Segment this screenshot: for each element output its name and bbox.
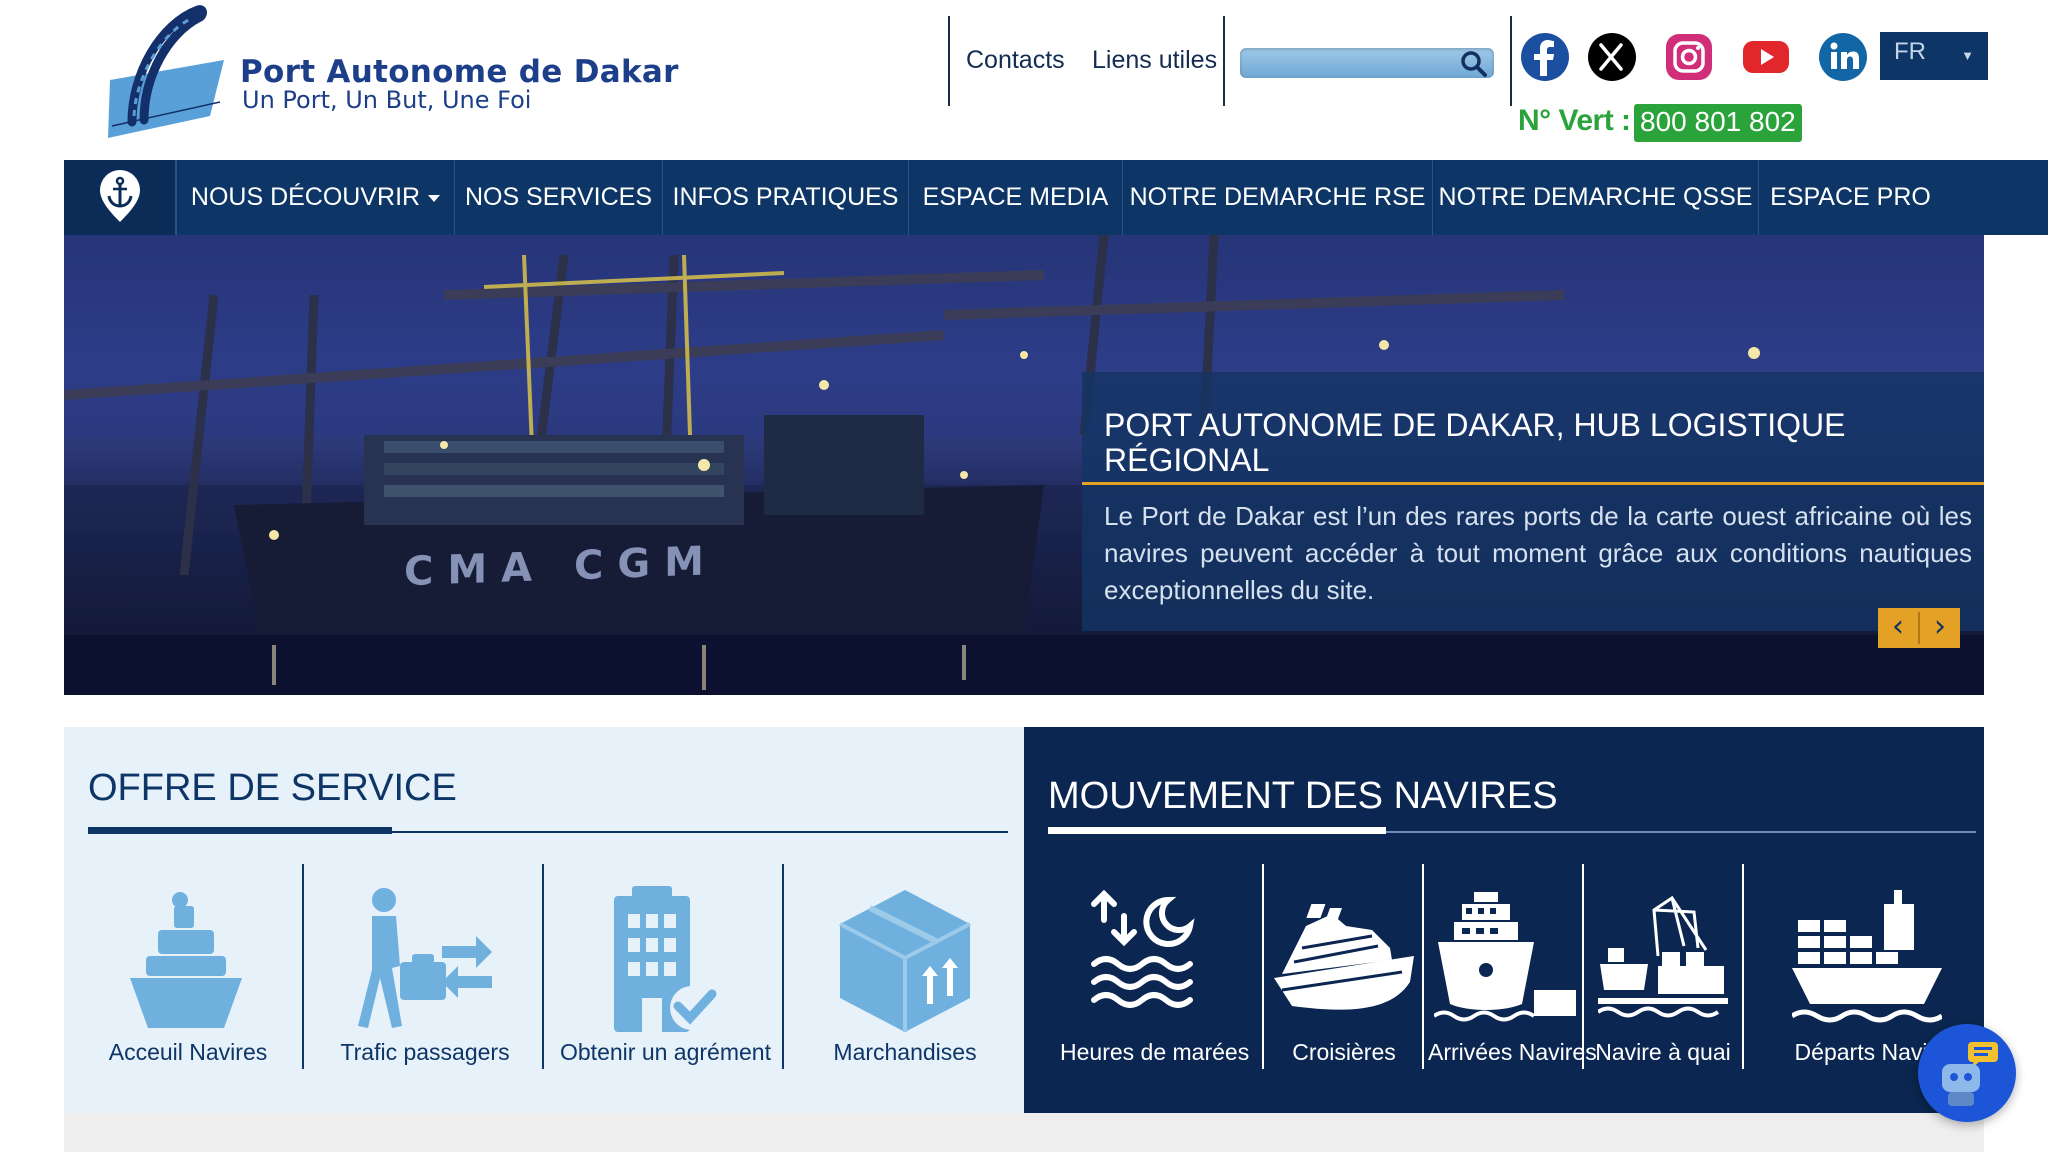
arriving-ship-icon[interactable]: [1434, 861, 1584, 1061]
mouvement-panel: MOUVEMENT DES NAVIRES Heures de marées C…: [1024, 727, 1984, 1113]
svc-label[interactable]: Heures de marées: [1060, 1039, 1249, 1066]
caption-divider: [1082, 482, 1984, 485]
cruise-ship-icon[interactable]: [1272, 861, 1416, 1061]
hero-title: PORT AUTONOME DE DAKAR, HUB LOGISTIQUE R…: [1104, 407, 1846, 478]
footer-strip: [64, 1113, 1984, 1152]
chatbot-button[interactable]: [1918, 1024, 2016, 1122]
search-input[interactable]: [1240, 48, 1494, 78]
svc-label[interactable]: Acceuil Navires: [108, 1039, 268, 1066]
offre-rule-accent: [88, 827, 392, 834]
nav-label: NOUS DÉCOUVRIR: [190, 183, 421, 211]
hero-text: Le Port de Dakar est l’un des rares port…: [1104, 501, 1972, 605]
svc-divider: [1742, 864, 1744, 1069]
slider-next-button[interactable]: ›: [1920, 608, 1960, 648]
instagram-icon[interactable]: [1664, 32, 1714, 82]
nav-demarche-qsse[interactable]: NOTRE DEMARCHE QSSE: [1432, 160, 1758, 235]
search-icon[interactable]: [1460, 50, 1488, 78]
language-value: FR: [1894, 38, 1926, 65]
svc-label[interactable]: Obtenir un agrément: [560, 1039, 771, 1066]
hero-slider: CMA CGM PORT AUTONOME DE DAKAR, HUB LOGI…: [64, 235, 1984, 695]
language-selector[interactable]: FR ▼: [1880, 32, 1988, 80]
nav-espace-media[interactable]: ESPACE MEDIA: [908, 160, 1122, 235]
anchor-icon: [100, 170, 140, 222]
building-check-icon[interactable]: [602, 861, 722, 1061]
nav-decouvrir[interactable]: NOUS DÉCOUVRIR: [176, 160, 454, 235]
chevron-down-icon: ▼: [1961, 48, 1974, 63]
youtube-icon[interactable]: [1741, 32, 1791, 82]
svc-label[interactable]: Marchandises: [812, 1039, 998, 1066]
main-nav: NOUS DÉCOUVRIR NOS SERVICES INFOS PRATIQ…: [64, 160, 2048, 235]
slider-arrows: ‹ ›: [1878, 608, 1960, 648]
svc-label[interactable]: Croisières: [1286, 1039, 1402, 1066]
port-logo[interactable]: [104, 4, 234, 138]
svc-label[interactable]: Navire à quai: [1590, 1039, 1736, 1066]
ship-at-dock-icon[interactable]: [1598, 861, 1728, 1061]
svc-divider: [1262, 864, 1264, 1069]
chatbot-icon: [1942, 1042, 1998, 1106]
svc-divider: [1422, 864, 1424, 1069]
svc-label[interactable]: Arrivées Navires: [1428, 1039, 1597, 1066]
svc-label[interactable]: Trafic passagers: [330, 1039, 520, 1066]
package-icon[interactable]: [830, 861, 980, 1061]
contacts-link[interactable]: Contacts: [966, 46, 1065, 75]
offre-title: OFFRE DE SERVICE: [88, 767, 457, 809]
brand-tagline: Un Port, Un But, Une Foi: [242, 86, 532, 114]
slider-prev-button[interactable]: ‹: [1878, 608, 1918, 648]
svc-divider: [782, 864, 784, 1069]
nav-home-button[interactable]: [64, 160, 176, 235]
mouvement-rule-accent: [1048, 827, 1386, 834]
tide-icon[interactable]: [1090, 861, 1202, 1061]
caret-down-icon: [428, 194, 441, 202]
header-divider: [948, 16, 950, 106]
mouvement-title: MOUVEMENT DES NAVIRES: [1048, 775, 1558, 817]
ship-icon[interactable]: [124, 861, 254, 1061]
svc-divider: [302, 864, 304, 1069]
traveler-icon[interactable]: [354, 861, 494, 1061]
linkedin-icon[interactable]: [1818, 32, 1868, 82]
header-divider: [1510, 16, 1512, 106]
useful-links-link[interactable]: Liens utiles: [1092, 46, 1217, 75]
nav-espace-pro[interactable]: ESPACE PRO: [1758, 160, 1942, 235]
nav-demarche-rse[interactable]: NOTRE DEMARCHE RSE: [1122, 160, 1432, 235]
offre-panel: OFFRE DE SERVICE Acceuil Navires Trafic …: [64, 727, 1024, 1113]
page: Port Autonome de Dakar Un Port, Un But, …: [0, 0, 2048, 1152]
facebook-icon[interactable]: [1520, 32, 1570, 82]
svc-divider: [1582, 864, 1584, 1069]
svc-divider: [542, 864, 544, 1069]
x-icon[interactable]: [1587, 32, 1637, 82]
header-divider: [1223, 16, 1225, 106]
nav-services[interactable]: NOS SERVICES: [454, 160, 662, 235]
green-number-label: N° Vert :: [1518, 104, 1631, 137]
hero-caption: PORT AUTONOME DE DAKAR, HUB LOGISTIQUE R…: [1082, 372, 1984, 631]
brand-name[interactable]: Port Autonome de Dakar: [240, 54, 679, 90]
nav-infos-pratiques[interactable]: INFOS PRATIQUES: [662, 160, 908, 235]
green-number[interactable]: 800 801 802: [1634, 104, 1802, 142]
